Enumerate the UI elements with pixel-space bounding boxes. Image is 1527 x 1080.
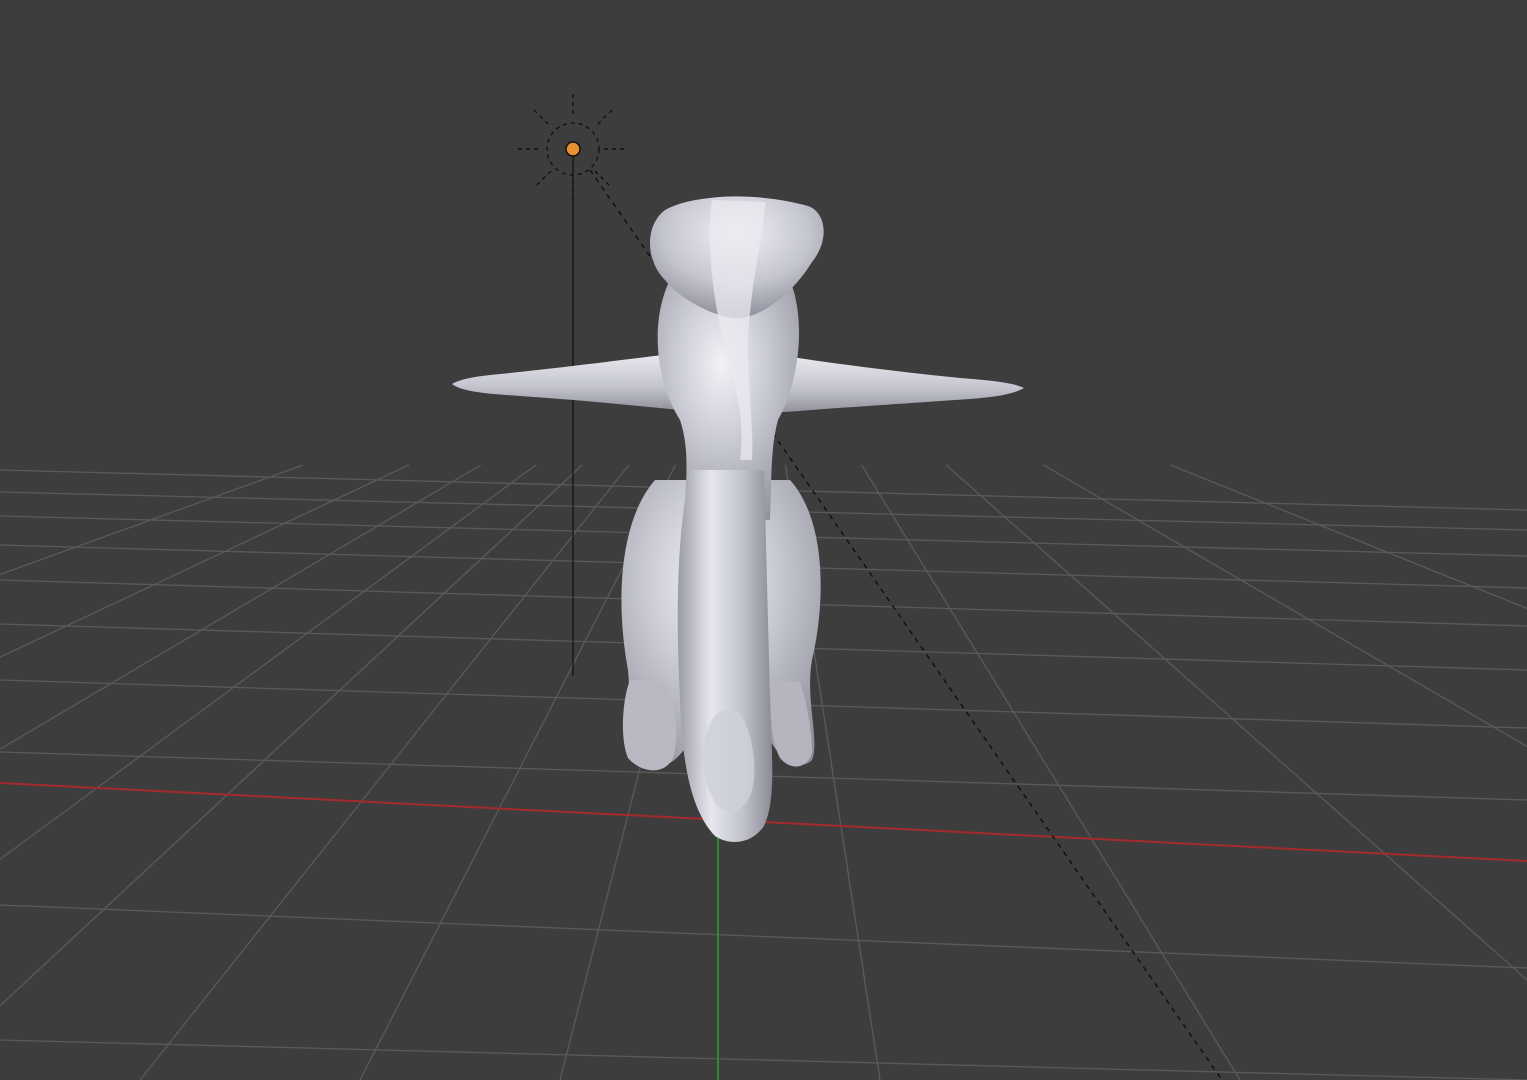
lamp-origin (565, 141, 581, 157)
mesh-left-foot (622, 680, 677, 771)
3d-viewport[interactable] (0, 0, 1527, 1080)
viewport-canvas[interactable] (0, 0, 1527, 1080)
